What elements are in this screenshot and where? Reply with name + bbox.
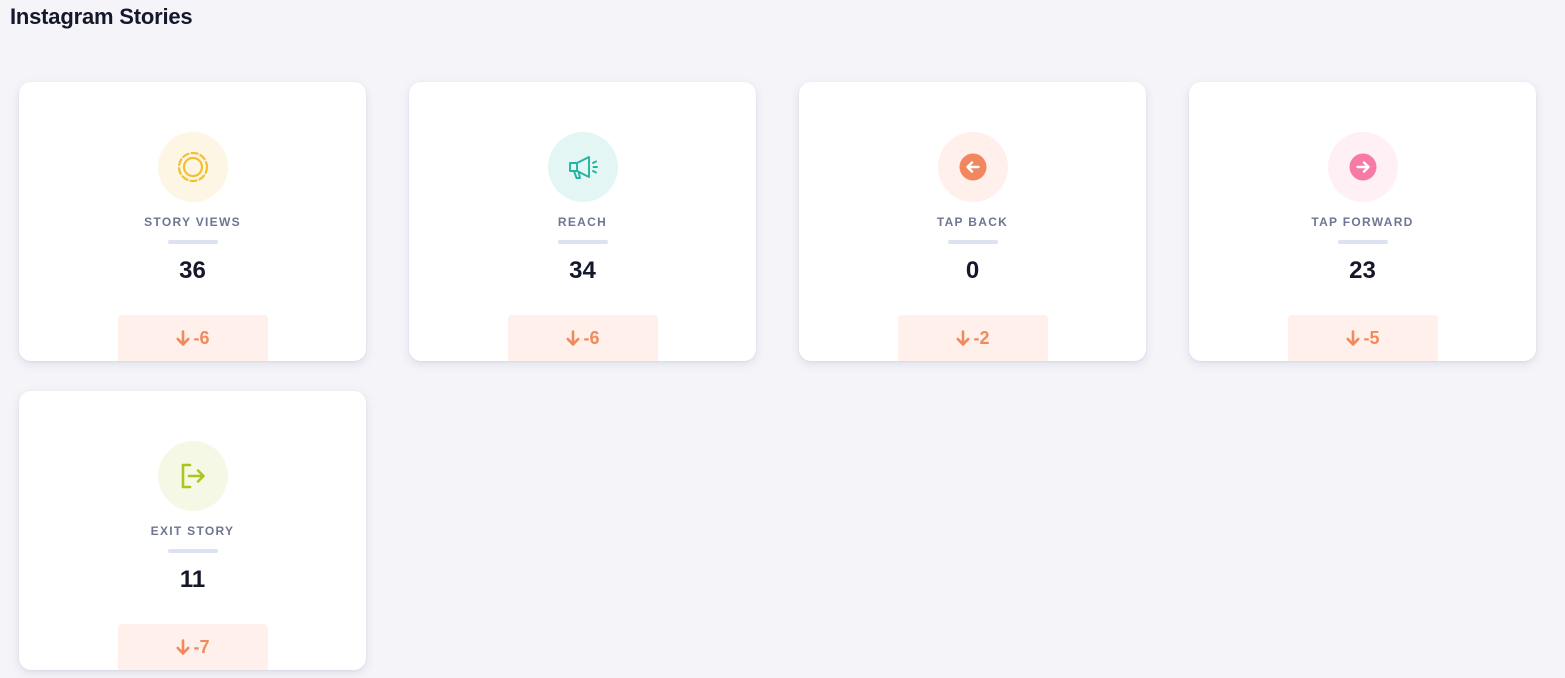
- arrow-left-circle-icon: [959, 153, 987, 181]
- icon-badge: [1328, 132, 1398, 202]
- arrow-down-icon: [1346, 329, 1360, 346]
- metric-label: TAP BACK: [936, 215, 1009, 229]
- metric-value: 36: [179, 257, 206, 284]
- metric-card-reach: REACH 34 -6: [409, 82, 756, 361]
- arrow-down-icon: [956, 329, 970, 346]
- instagram-stories-section: Instagram Stories STORY VIEWS 36 -6 REAC…: [0, 0, 1565, 678]
- circle-dashed-icon: [177, 151, 209, 183]
- metric-label: EXIT STORY: [150, 524, 235, 538]
- metric-card-story-views: STORY VIEWS 36 -6: [19, 82, 366, 361]
- arrow-down-icon: [176, 329, 190, 346]
- divider: [1338, 240, 1388, 244]
- metric-label: REACH: [557, 215, 608, 229]
- delta-badge: -5: [1288, 315, 1438, 361]
- metrics-grid: STORY VIEWS 36 -6 REACH 34 -6 TAP BACK 0…: [19, 82, 1536, 670]
- metric-value: 0: [965, 257, 980, 284]
- metric-value: 34: [569, 257, 596, 284]
- metric-value: 23: [1349, 257, 1376, 284]
- metric-value: 11: [179, 566, 206, 593]
- arrow-right-circle-icon: [1349, 153, 1377, 181]
- divider: [948, 240, 998, 244]
- arrow-down-icon: [176, 638, 190, 655]
- metric-label: STORY VIEWS: [144, 215, 241, 229]
- delta-value: -7: [193, 636, 210, 657]
- icon-badge: [548, 132, 618, 202]
- metric-card-exit-story: EXIT STORY 11 -7: [19, 391, 366, 670]
- delta-badge: -6: [118, 315, 268, 361]
- megaphone-icon: [569, 156, 598, 179]
- icon-badge: [158, 441, 228, 511]
- divider: [168, 549, 218, 553]
- page-title: Instagram Stories: [10, 4, 193, 29]
- metric-label: TAP FORWARD: [1311, 215, 1414, 229]
- metric-card-tap-back: TAP BACK 0 -2: [799, 82, 1146, 361]
- divider: [558, 240, 608, 244]
- delta-value: -6: [193, 327, 210, 348]
- delta-badge: -6: [508, 315, 658, 361]
- icon-badge: [158, 132, 228, 202]
- delta-badge: -7: [118, 624, 268, 670]
- icon-badge: [938, 132, 1008, 202]
- delta-value: -6: [583, 327, 600, 348]
- divider: [168, 240, 218, 244]
- delta-value: -5: [1363, 327, 1380, 348]
- arrow-down-icon: [566, 329, 580, 346]
- logout-icon: [181, 463, 205, 489]
- delta-badge: -2: [898, 315, 1048, 361]
- metric-card-tap-forward: TAP FORWARD 23 -5: [1189, 82, 1536, 361]
- delta-value: -2: [973, 327, 990, 348]
